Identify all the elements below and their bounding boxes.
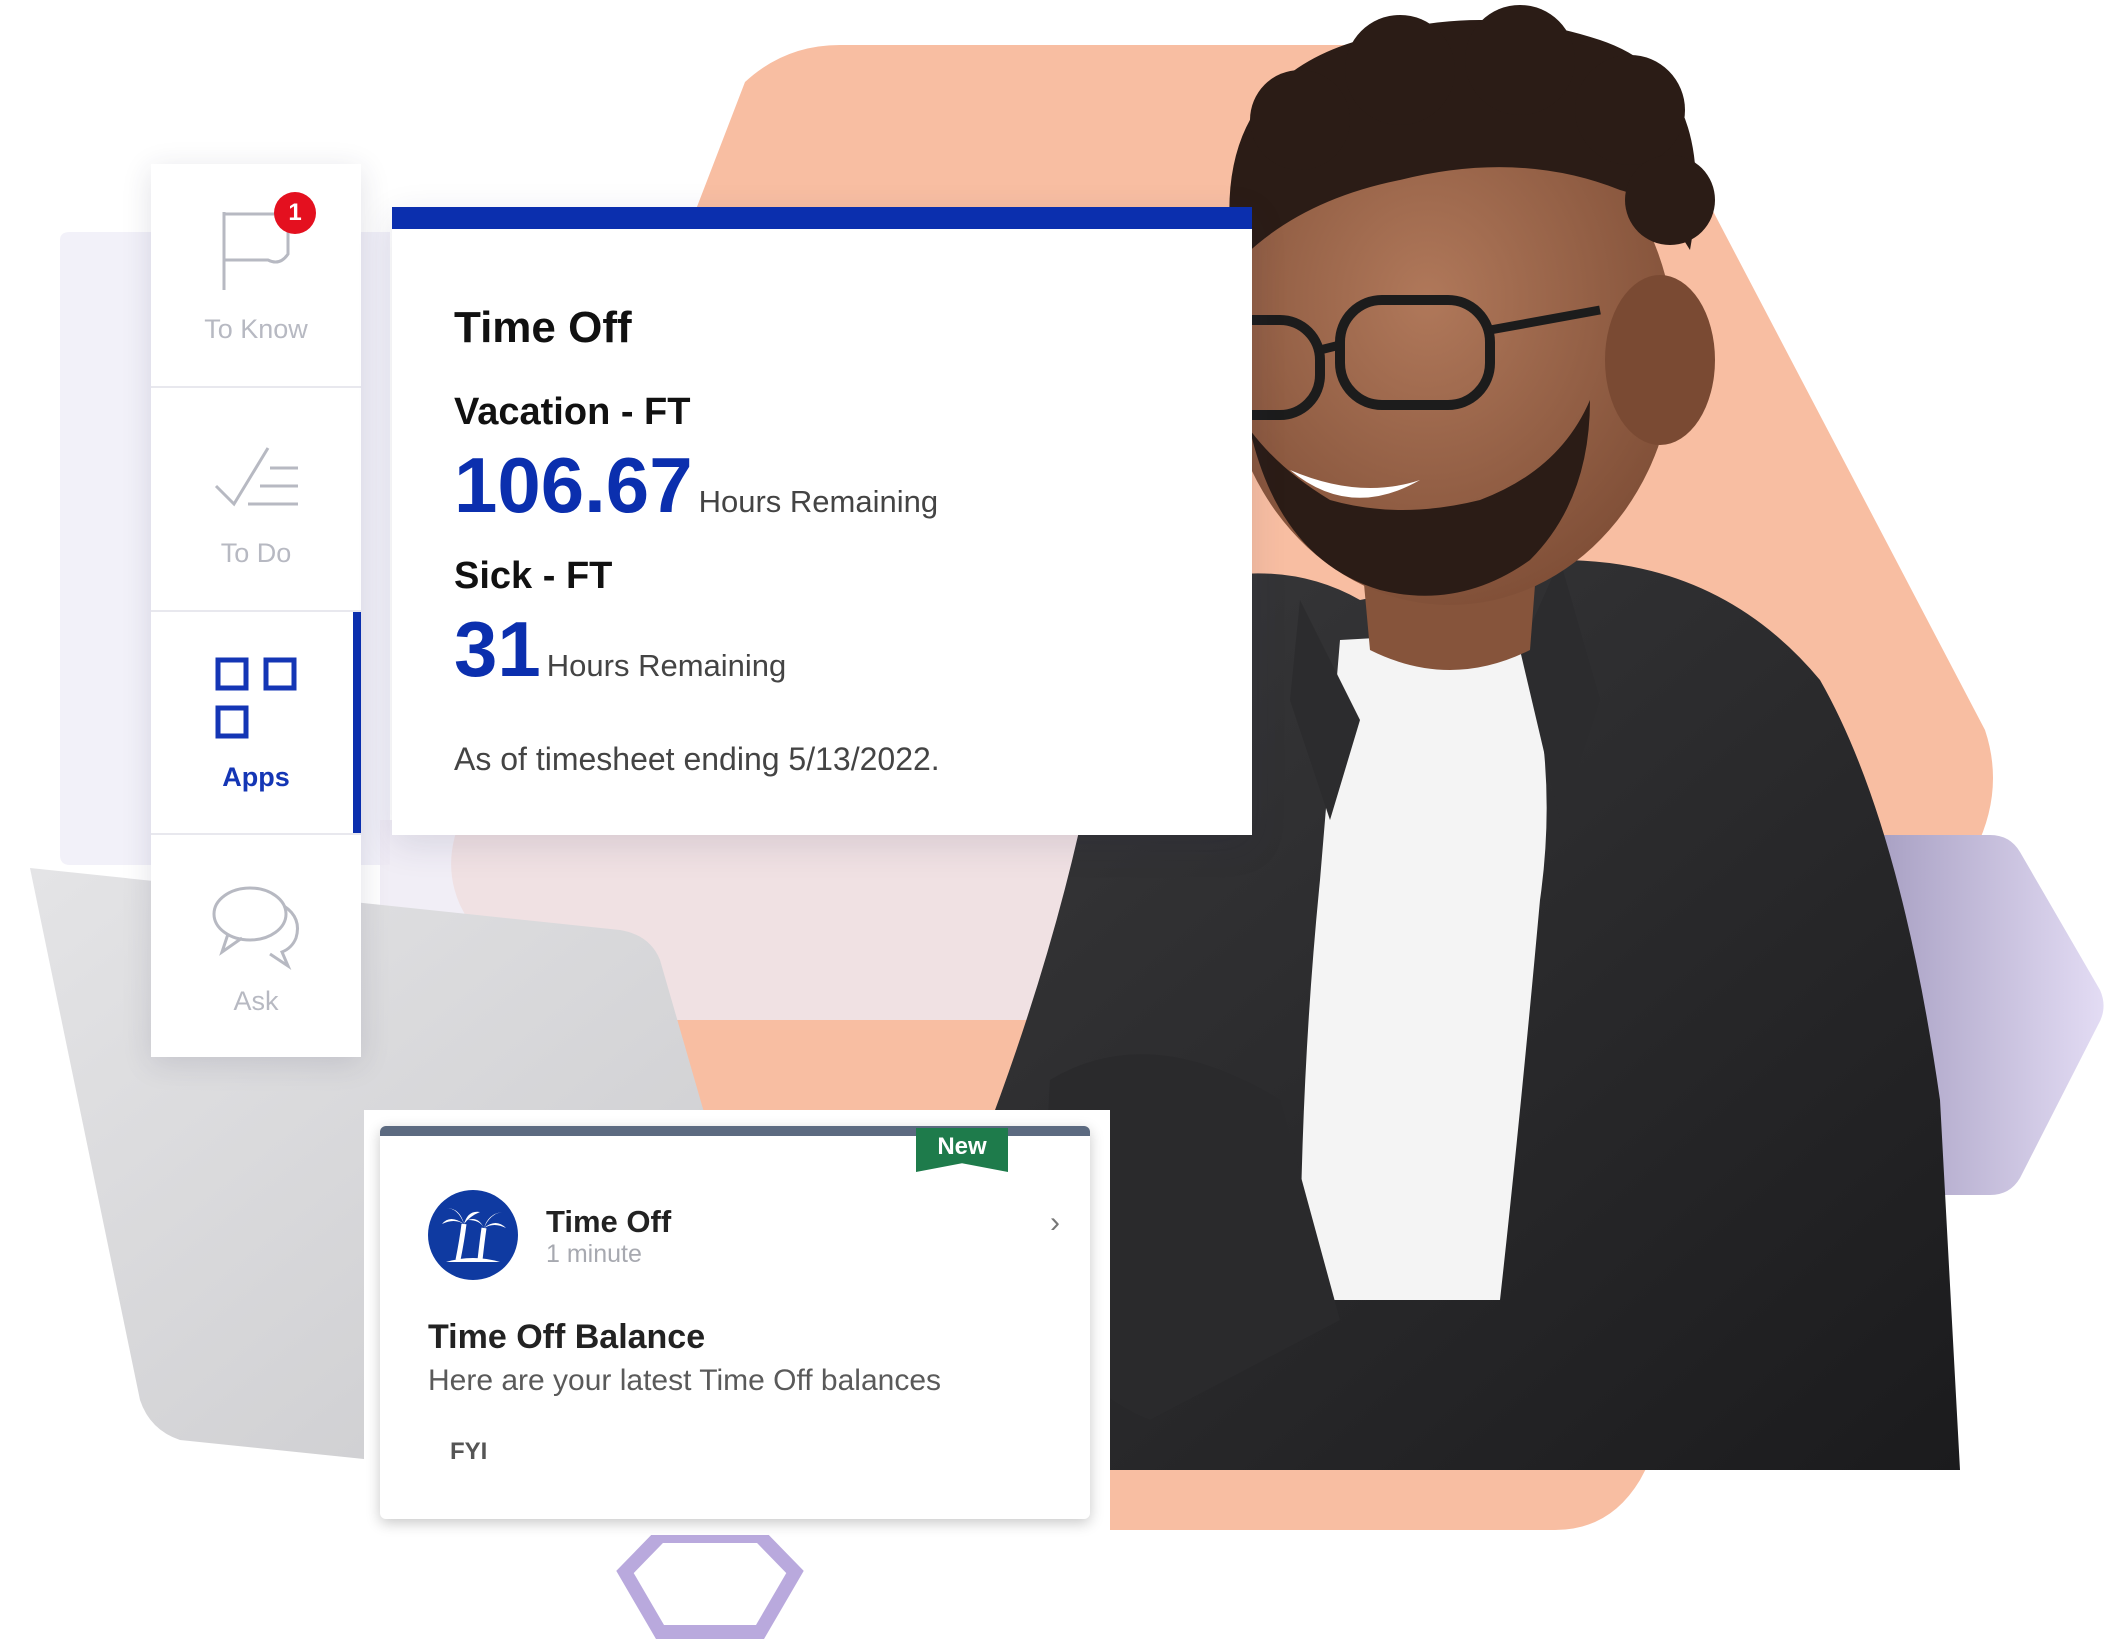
card-title: Time Off: [454, 303, 632, 352]
hours-unit: Hours Remaining: [546, 648, 787, 683]
notification-count-badge: 1: [274, 192, 316, 235]
hours-value: 106.67: [454, 441, 693, 529]
time-off-card: Time Off Vacation - FT 106.67 Hours Rema…: [392, 207, 1252, 835]
hours-unit: Hours Remaining: [698, 484, 939, 519]
notification-card[interactable]: New Time Off 1 minute › Time Off Balance…: [380, 1126, 1090, 1519]
sidebar-item-label: To Do: [220, 538, 292, 569]
sidebar-item-ask[interactable]: Ask: [151, 835, 361, 1057]
chevron-right-icon[interactable]: ›: [1050, 1206, 1060, 1240]
sidebar-item-to-know[interactable]: 1 To Know: [151, 164, 361, 388]
checklist-icon: [208, 428, 304, 524]
palm-trees-icon: [428, 1190, 518, 1280]
app-sidebar: 1 To Know To Do Apps Ask: [151, 164, 361, 1057]
apps-grid-icon: [208, 652, 304, 748]
flag-icon: 1: [208, 192, 316, 300]
sidebar-item-to-do[interactable]: To Do: [151, 388, 361, 612]
notification-body: Here are your latest Time Off balances: [428, 1364, 942, 1397]
app-name: Time Off: [546, 1204, 672, 1239]
new-badge: New: [916, 1128, 1008, 1172]
time-ago: 1 minute: [546, 1240, 642, 1268]
notification-title: Time Off Balance: [428, 1318, 706, 1356]
vacation-balance: Vacation - FT 106.67 Hours Remaining: [454, 391, 938, 531]
hours-value: 31: [454, 605, 541, 693]
as-of-date-text: As of timesheet ending 5/13/2022.: [454, 741, 940, 777]
fyi-tag: FYI: [450, 1438, 488, 1465]
sidebar-item-label: Apps: [222, 761, 290, 792]
chat-bubbles-icon: [208, 876, 304, 972]
sick-balance: Sick - FT 31 Hours Remaining: [454, 555, 786, 695]
sidebar-item-apps[interactable]: Apps: [151, 611, 361, 836]
plan-name: Vacation - FT: [454, 391, 691, 433]
plan-name: Sick - FT: [454, 555, 613, 597]
sidebar-item-label: To Know: [204, 314, 308, 345]
sidebar-item-label: Ask: [233, 985, 279, 1016]
